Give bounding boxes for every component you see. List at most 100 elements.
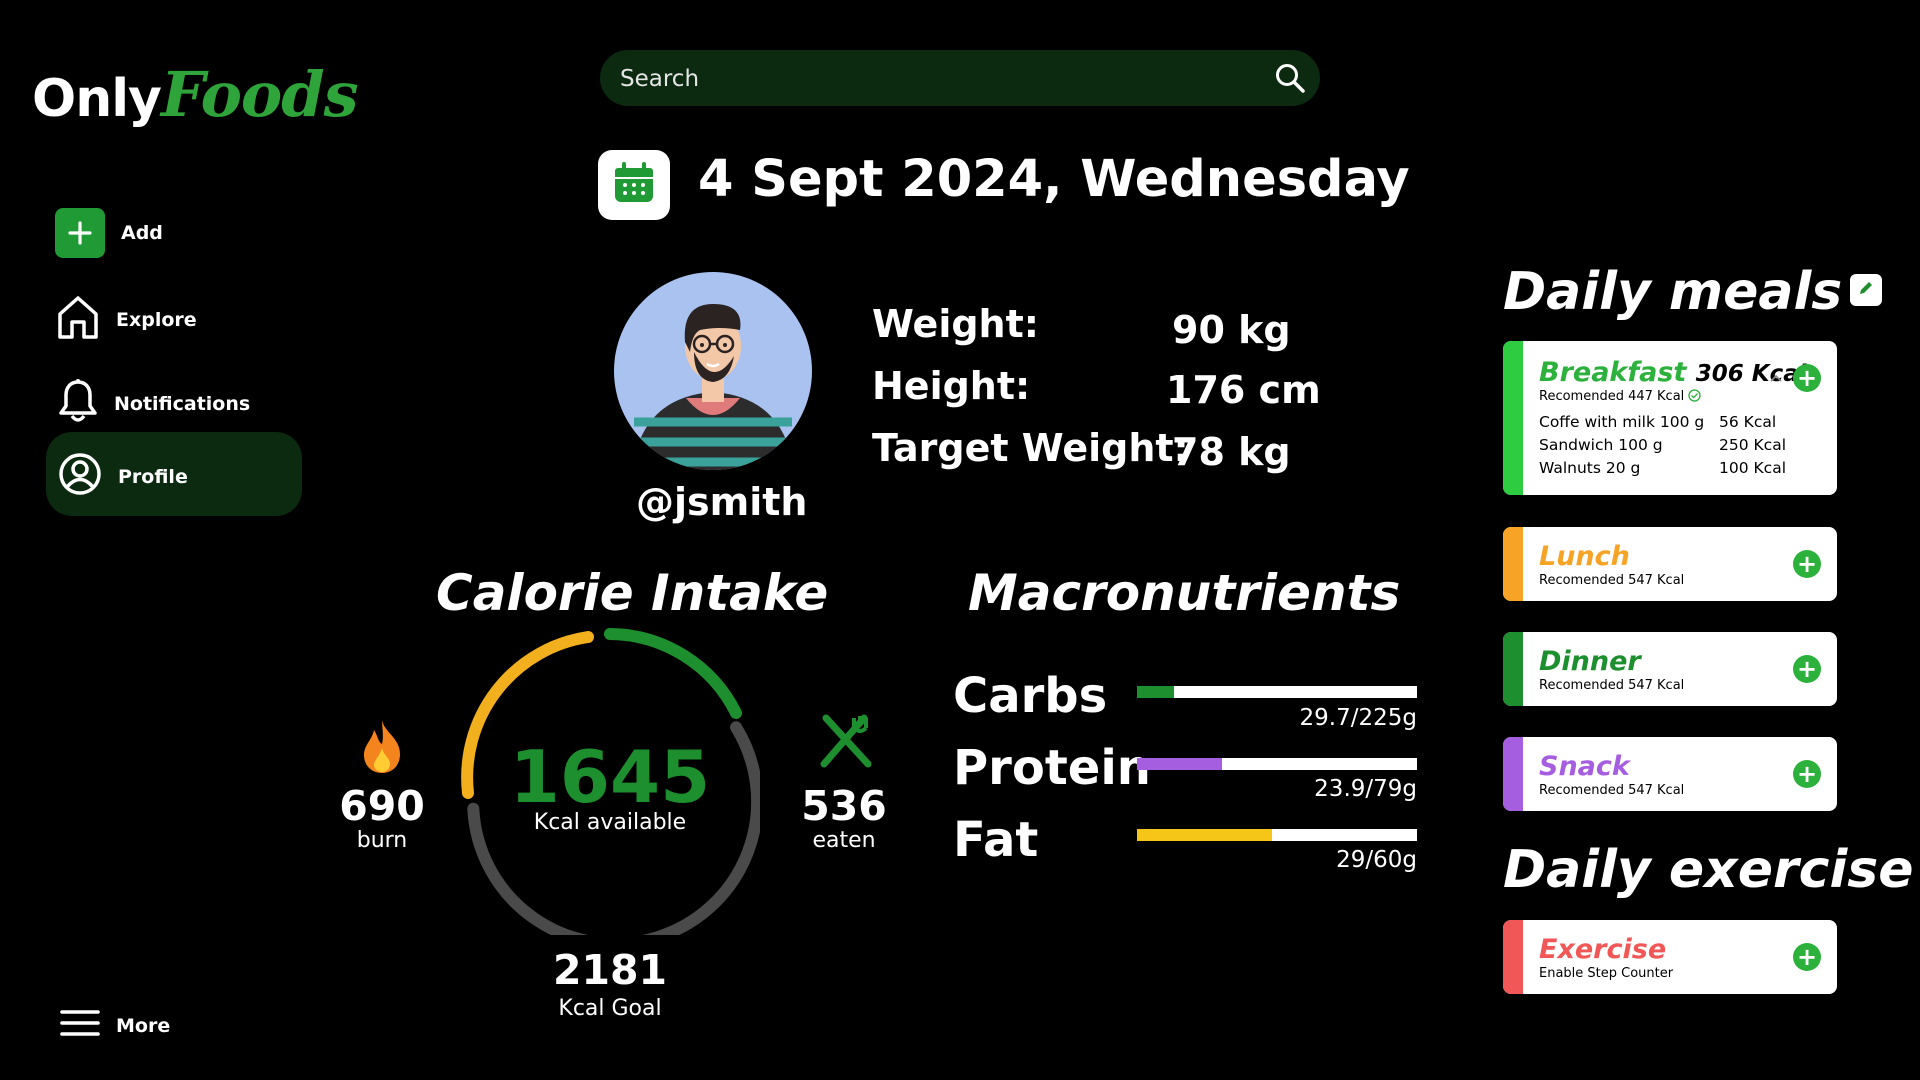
add-lunch-button[interactable]: +: [1793, 550, 1821, 578]
user-icon: [58, 452, 102, 501]
chevron-up-icon[interactable]: [1770, 369, 1782, 387]
calorie-ring-eaten: [604, 628, 742, 719]
kcal-goal-value: 2181: [552, 946, 668, 994]
food-kcal: 100 Kcal: [1719, 459, 1787, 477]
card-stripe: [1503, 920, 1523, 994]
menu-icon: [60, 1008, 100, 1043]
flame-icon: [360, 718, 404, 779]
exercise-name: Exercise: [1539, 934, 1667, 965]
meal-recommended: Recomended 547 Kcal: [1539, 783, 1685, 798]
meal-name: Breakfast: [1539, 357, 1687, 388]
calendar-button[interactable]: [598, 150, 670, 220]
meal-name: Lunch: [1539, 541, 1630, 572]
food-name: Coffe with milk 100 g: [1539, 413, 1705, 431]
sidebar-item-profile-content[interactable]: Profile: [58, 452, 188, 501]
macro-name-protein: Protein: [953, 740, 1151, 796]
macro-value-protein: 23.9/79g: [1314, 776, 1417, 802]
food-kcal: 56 Kcal: [1719, 413, 1777, 431]
sidebar-more-label: More: [116, 1014, 171, 1037]
food-name: Walnuts 20 g: [1539, 459, 1641, 477]
sidebar-more[interactable]: More: [60, 1008, 170, 1043]
macro-fill-protein: [1137, 758, 1222, 770]
plus-icon: [55, 208, 105, 258]
card-stripe: [1503, 527, 1523, 601]
avatar: [614, 272, 812, 470]
weight-label: Weight:: [872, 302, 1039, 346]
logo-part-only: Only: [32, 69, 162, 129]
sidebar-item-add[interactable]: Add: [55, 208, 163, 258]
sidebar-item-label: Profile: [118, 465, 188, 488]
exercise-card[interactable]: Exercise Enable Step Counter +: [1503, 920, 1837, 994]
sidebar-item-label: Notifications: [114, 392, 251, 415]
cutlery-icon: [818, 714, 872, 775]
food-row: Coffe with milk 100 g 56 Kcal: [1539, 413, 1809, 431]
food-row: Sandwich 100 g 250 Kcal: [1539, 436, 1809, 454]
macro-name-fat: Fat: [953, 812, 1039, 868]
food-name: Sandwich 100 g: [1539, 436, 1663, 454]
meal-card-breakfast[interactable]: Breakfast 306 Kcal Recomended 447 Kcal +…: [1503, 341, 1837, 495]
daily-exercise-title: Daily exercise: [1503, 840, 1914, 900]
sidebar-item-label: Explore: [116, 308, 197, 331]
macro-bar-fat: [1137, 829, 1417, 841]
burn-label: burn: [356, 828, 408, 853]
username: @jsmith: [636, 480, 808, 524]
search-input[interactable]: [618, 50, 1242, 108]
calorie-intake-title: Calorie Intake: [436, 564, 829, 622]
weight-value: 90 kg: [1172, 308, 1291, 352]
macro-name-carbs: Carbs: [953, 668, 1108, 724]
sidebar-item-explore[interactable]: Explore: [56, 294, 197, 345]
macro-value-fat: 29/60g: [1336, 847, 1417, 873]
sidebar-item-label: Add: [121, 222, 163, 244]
target-weight-value: 78 kg: [1172, 430, 1291, 474]
macro-bar-protein: [1137, 758, 1417, 770]
meal-name: Dinner: [1539, 646, 1641, 677]
sidebar-item-notifications[interactable]: Notifications: [58, 378, 250, 429]
meal-recommended: Recomended 547 Kcal: [1539, 573, 1685, 588]
macro-fill-fat: [1137, 829, 1273, 841]
check-circle-icon: [1688, 389, 1702, 404]
daily-meals-title: Daily meals: [1503, 262, 1843, 322]
burn-value: 690: [339, 782, 425, 830]
add-dinner-button[interactable]: +: [1793, 655, 1821, 683]
exercise-sub: Enable Step Counter: [1539, 966, 1674, 981]
macro-fill-carbs: [1137, 686, 1174, 698]
calendar-icon: [612, 161, 656, 210]
meal-name: Snack: [1539, 751, 1630, 782]
home-icon: [56, 294, 100, 345]
add-snack-button[interactable]: +: [1793, 760, 1821, 788]
meal-recommended: Recomended 447 Kcal: [1539, 389, 1702, 404]
meal-card-snack[interactable]: Snack Recomended 547 Kcal +: [1503, 737, 1837, 811]
card-stripe: [1503, 632, 1523, 706]
kcal-available-value: 1645: [509, 735, 711, 819]
height-value: 176 cm: [1166, 368, 1321, 412]
app-logo: OnlyFoods: [32, 58, 359, 131]
meal-card-lunch[interactable]: Lunch Recomended 547 Kcal +: [1503, 527, 1837, 601]
edit-meals-button[interactable]: [1850, 274, 1882, 306]
card-stripe: [1503, 341, 1523, 495]
macro-value-carbs: 29.7/225g: [1299, 705, 1417, 731]
meal-recommended-text: Recomended 447 Kcal: [1539, 389, 1685, 404]
macro-bar-carbs: [1137, 686, 1417, 698]
macronutrients-title: Macronutrients: [968, 564, 1401, 622]
kcal-available-label: Kcal available: [533, 810, 687, 835]
logo-part-foods: Foods: [160, 58, 359, 131]
search-icon[interactable]: [1274, 62, 1306, 99]
card-stripe: [1503, 737, 1523, 811]
pencil-icon: [1857, 279, 1875, 302]
kcal-goal-label: Kcal Goal: [558, 996, 662, 1021]
meal-card-dinner[interactable]: Dinner Recomended 547 Kcal +: [1503, 632, 1837, 706]
search-bar[interactable]: [600, 50, 1320, 108]
meal-kcal: 306 Kcal: [1695, 361, 1807, 387]
target-weight-label: Target Weight:: [872, 426, 1189, 470]
food-kcal: 250 Kcal: [1719, 436, 1787, 454]
food-row: Walnuts 20 g 100 Kcal: [1539, 459, 1809, 477]
eaten-value: 536: [801, 782, 887, 830]
height-label: Height:: [872, 364, 1031, 408]
current-date: 4 Sept 2024, Wednesday: [698, 150, 1410, 209]
meal-recommended: Recomended 547 Kcal: [1539, 678, 1685, 693]
add-exercise-button[interactable]: +: [1793, 943, 1821, 971]
add-breakfast-button[interactable]: +: [1793, 364, 1821, 392]
bell-icon: [58, 378, 98, 429]
eaten-label: eaten: [812, 828, 876, 853]
meal-title: Breakfast 306 Kcal: [1539, 357, 1807, 388]
